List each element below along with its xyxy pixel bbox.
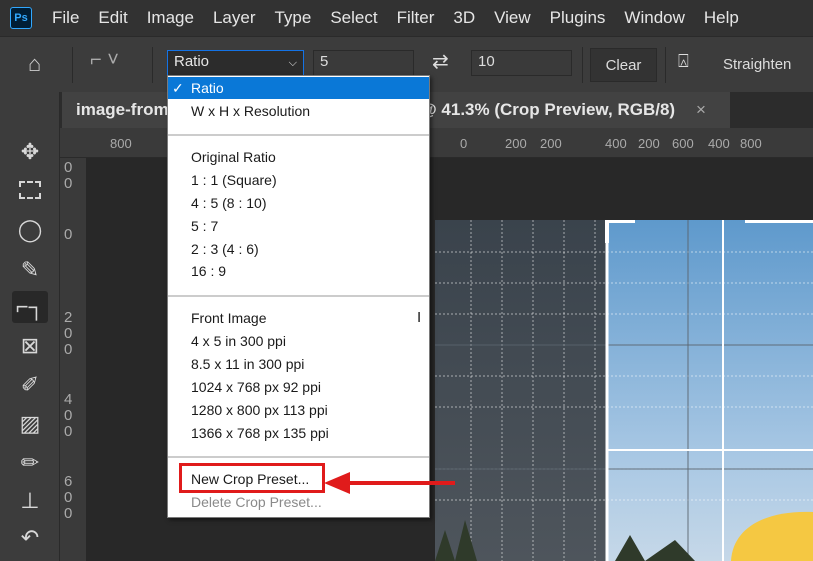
close-tab-icon[interactable]: × — [696, 100, 706, 120]
ruler-label-v: 600 — [64, 473, 73, 522]
clone-stamp-tool-icon[interactable]: ⊥ — [12, 485, 48, 517]
menu-file[interactable]: File — [52, 8, 79, 28]
annotation-arrow-icon — [324, 472, 455, 494]
text-cursor-icon: I — [417, 309, 422, 326]
straighten-icon[interactable]: ⍓ — [678, 51, 689, 72]
menu-separator — [168, 134, 429, 136]
menu-option-8.5x11-300[interactable]: 8.5 x 11 in 300 ppi — [168, 353, 429, 375]
home-icon[interactable]: ⌂ — [28, 51, 41, 77]
menu-option-2-3[interactable]: 2 : 3 (4 : 6) — [168, 238, 429, 260]
divider — [665, 47, 666, 83]
ruler-label: 800 — [740, 136, 762, 151]
menu-type[interactable]: Type — [274, 8, 311, 28]
menu-separator — [168, 456, 429, 458]
ruler-label-v: 200 — [64, 309, 73, 358]
ruler-label: 200 — [505, 136, 527, 151]
healing-brush-tool-icon[interactable]: ▨ — [12, 408, 48, 440]
menu-option-16-9[interactable]: 16 : 9 — [168, 260, 429, 282]
menu-layer[interactable]: Layer — [213, 8, 256, 28]
move-tool-icon[interactable]: ✥ — [12, 136, 48, 168]
frame-tool-icon[interactable]: ⊠ — [12, 330, 48, 362]
menu-filter[interactable]: Filter — [397, 8, 435, 28]
divider — [72, 47, 73, 83]
ruler-label: 0 — [460, 136, 468, 151]
height-input[interactable]: 10 — [471, 50, 572, 76]
tools-panel: ✥ ◯ ✎ ⌐┐ ⊠ ✐ ▨ ✏ ⊥ ↶ — [0, 92, 60, 561]
ruler-label: 200 — [638, 136, 660, 151]
quick-selection-tool-icon[interactable]: ✎ — [12, 254, 48, 286]
hot-air-balloon — [731, 511, 813, 561]
menu-3d[interactable]: 3D — [453, 8, 475, 28]
ruler-label-v: 0 — [64, 226, 73, 243]
menu-option-1280x800[interactable]: 1280 x 800 px 113 ppi — [168, 399, 429, 421]
annotation-highlight-box — [179, 463, 325, 493]
vertical-ruler: 00 0 200 400 600 — [60, 158, 86, 561]
menu-option-front-image[interactable]: Front Image — [168, 307, 429, 329]
menu-option-4-5[interactable]: 4 : 5 (8 : 10) — [168, 192, 429, 214]
ruler-label-v: 400 — [64, 391, 73, 440]
brush-tool-icon[interactable]: ✏ — [12, 447, 48, 479]
crop-grid — [435, 220, 813, 561]
ratio-dropdown-menu: ✓ Ratio W x H x Resolution Original Ratio… — [167, 75, 430, 518]
width-input[interactable]: 5 — [313, 50, 414, 76]
menu-option-5-7[interactable]: 5 : 7 — [168, 215, 429, 237]
menu-option-ratio[interactable]: ✓ Ratio — [168, 77, 429, 99]
ruler-label: 600 — [672, 136, 694, 151]
crop-tool-icon[interactable]: ⌐┐ — [12, 291, 48, 323]
menu-window[interactable]: Window — [624, 8, 684, 28]
ruler-label: 400 — [708, 136, 730, 151]
divider — [152, 47, 153, 83]
menu-plugins[interactable]: Plugins — [550, 8, 606, 28]
clear-button[interactable]: Clear — [590, 48, 657, 82]
checkmark-icon: ✓ — [172, 80, 184, 96]
straighten-label[interactable]: Straighten — [723, 56, 791, 73]
menu-option-1366x768[interactable]: 1366 x 768 px 135 ppi — [168, 422, 429, 444]
photoshop-logo: Ps — [10, 7, 32, 29]
tab-title-right: d @ 41.3% (Crop Preview, RGB/8) — [405, 100, 676, 119]
swap-icon[interactable]: ⇄ — [432, 49, 449, 74]
eyedropper-tool-icon[interactable]: ✐ — [12, 369, 48, 401]
lasso-tool-icon[interactable]: ◯ — [12, 214, 48, 246]
menu-separator — [168, 295, 429, 297]
menu-help[interactable]: Help — [704, 8, 739, 28]
ruler-label: 400 — [605, 136, 627, 151]
ratio-select[interactable]: Ratio ⌵ — [167, 50, 304, 76]
divider — [582, 47, 583, 83]
menu-option-1-1[interactable]: 1 : 1 (Square) — [168, 169, 429, 191]
menu-select[interactable]: Select — [330, 8, 377, 28]
history-brush-tool-icon[interactable]: ↶ — [12, 522, 48, 554]
menu-option-wxh-resolution[interactable]: W x H x Resolution — [168, 100, 429, 122]
menu-view[interactable]: View — [494, 8, 531, 28]
ruler-label: 800 — [110, 136, 132, 151]
tab-title-left: image-from — [76, 100, 169, 119]
menu-option-1024x768[interactable]: 1024 x 768 px 92 ppi — [168, 376, 429, 398]
ratio-select-value: Ratio — [174, 53, 210, 70]
chevron-down-icon: ⌵ — [288, 57, 297, 69]
crop-tool-preset-icon[interactable]: ⌐ ˅ — [90, 49, 119, 72]
menu-option-original-ratio[interactable]: Original Ratio — [168, 146, 429, 168]
menu-bar: Ps File Edit Image Layer Type Select Fil… — [0, 0, 813, 36]
menu-option-4x5-300[interactable]: 4 x 5 in 300 ppi — [168, 330, 429, 352]
menu-edit[interactable]: Edit — [98, 8, 127, 28]
ruler-label-v: 00 — [64, 159, 73, 192]
marquee-tool-icon[interactable] — [12, 174, 48, 206]
ruler-label: 200 — [540, 136, 562, 151]
crop-canvas-image[interactable] — [435, 220, 813, 561]
menu-image[interactable]: Image — [147, 8, 194, 28]
